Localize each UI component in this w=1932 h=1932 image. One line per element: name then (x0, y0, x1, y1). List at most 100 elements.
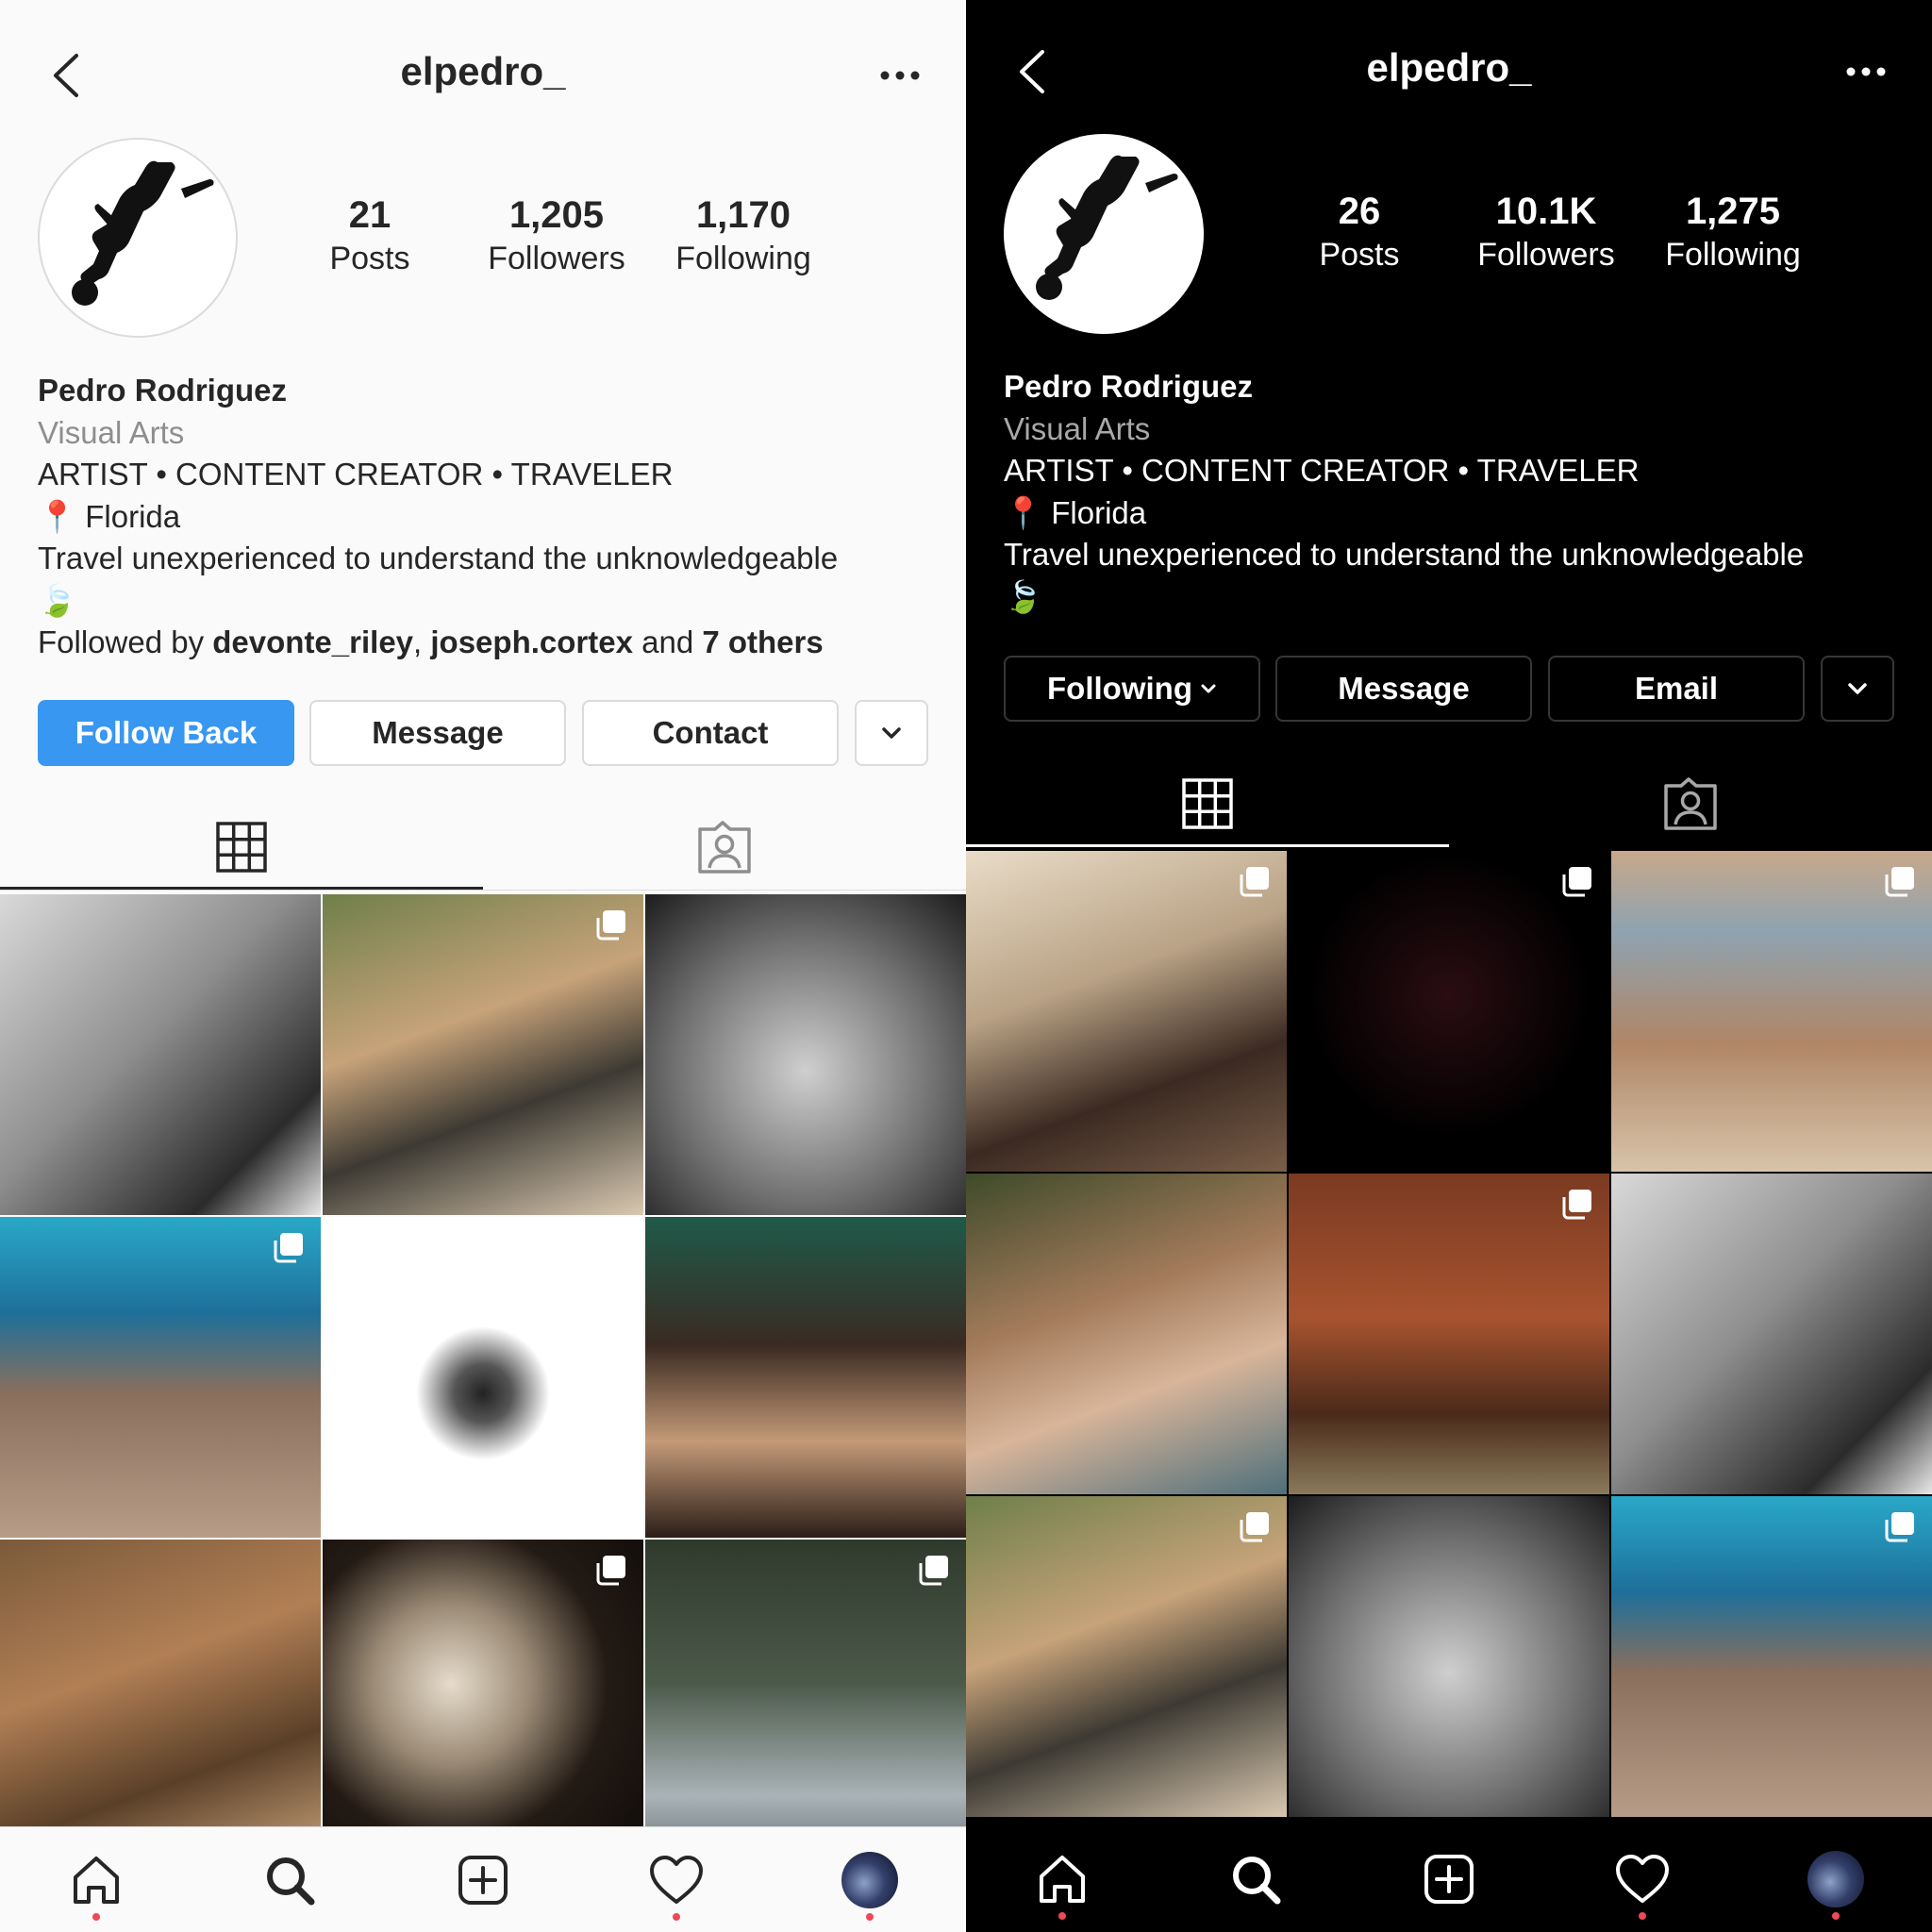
bio-quote: Travel unexperienced to understand the u… (38, 541, 839, 575)
profile-avatar[interactable] (1004, 134, 1204, 334)
dark-profile-screen: elpedro_ 26 Posts 10.1K Followers 1,275 … (966, 0, 1932, 1932)
suggested-dropdown-button[interactable] (855, 700, 928, 766)
home-icon (1040, 1856, 1086, 1903)
followed-by[interactable]: Followed by devonte_riley, joseph.cortex… (38, 622, 943, 664)
header-bar: elpedro_ (0, 28, 966, 123)
post-thumbnail[interactable] (645, 1540, 966, 1860)
following-label: Following (675, 241, 811, 276)
carousel-multiple-icon (1562, 1190, 1591, 1220)
suggested-dropdown-button[interactable] (1821, 656, 1894, 722)
post-thumbnail[interactable] (1611, 1496, 1932, 1817)
followers-value: 1,205 (508, 194, 605, 236)
followed-others[interactable]: 7 others (702, 625, 823, 659)
bio-location: 📍 Florida (1004, 494, 1147, 530)
email-button[interactable]: Email (1548, 656, 1805, 722)
light-profile-screen: elpedro_ 21 Posts 1,205 Followers 1,170 … (0, 0, 966, 1932)
post-thumbnail[interactable] (323, 1540, 643, 1860)
tab-tagged[interactable] (483, 804, 966, 891)
post-thumbnail[interactable] (966, 1496, 1287, 1817)
posts-count[interactable]: 26 Posts (1265, 189, 1454, 275)
nav-search[interactable] (247, 1838, 332, 1923)
tab-grid[interactable] (966, 760, 1449, 847)
post-thumbnail[interactable] (0, 894, 321, 1215)
profile-notification-dot (865, 1912, 874, 1921)
profile-bio: Pedro Rodriguez Visual Arts ARTIST • CON… (38, 370, 943, 664)
nav-new-post[interactable] (441, 1838, 525, 1923)
nav-activity[interactable] (1600, 1837, 1685, 1922)
post-thumbnail[interactable] (1611, 1174, 1932, 1494)
more-options-icon[interactable] (872, 47, 928, 104)
followers-label: Followers (488, 241, 625, 276)
header-bar: elpedro_ (966, 25, 1932, 119)
tab-grid[interactable] (0, 804, 483, 891)
following-button-label: Following (1047, 671, 1192, 706)
nav-profile[interactable] (827, 1838, 912, 1923)
tab-tagged[interactable] (1449, 760, 1932, 847)
chevron-down-icon (1201, 684, 1216, 693)
add-post-icon (1424, 1855, 1474, 1904)
profile-avatar[interactable] (38, 138, 238, 338)
search-icon (1233, 1857, 1281, 1905)
nav-search[interactable] (1213, 1837, 1298, 1922)
post-thumbnail[interactable] (323, 1217, 643, 1538)
leaf-emoji: 🍃 (38, 582, 77, 618)
bio-location: 📍 Florida (38, 498, 181, 534)
bio-tagline: ARTIST • CONTENT CREATOR • TRAVELER (38, 457, 674, 491)
carousel-multiple-icon (1885, 1512, 1914, 1542)
followed-sep: , (413, 625, 431, 659)
carousel-multiple-icon (596, 1556, 625, 1586)
followed-user-2[interactable]: joseph.cortex (430, 625, 633, 659)
profile-notification-dot (1831, 1912, 1840, 1920)
profile-category: Visual Arts (1004, 410, 1151, 446)
nav-profile[interactable] (1793, 1837, 1878, 1922)
nav-home[interactable] (54, 1838, 139, 1923)
following-count[interactable]: 1,275 Following (1639, 189, 1827, 275)
post-thumbnail[interactable] (1289, 1496, 1609, 1817)
carousel-multiple-icon (1240, 867, 1269, 897)
following-value: 1,275 (1685, 191, 1781, 232)
profile-actions: Follow Back Message Contact (38, 700, 928, 766)
post-thumbnail[interactable] (0, 1217, 321, 1538)
post-thumbnail[interactable] (0, 1540, 321, 1860)
post-thumbnail[interactable] (645, 894, 966, 1215)
profile-category: Visual Arts (38, 414, 185, 450)
profile-username: elpedro_ (400, 49, 566, 93)
followers-label: Followers (1477, 237, 1615, 273)
posts-label: Posts (1319, 237, 1400, 273)
followers-count[interactable]: 10.1K Followers (1452, 189, 1641, 275)
carousel-multiple-icon (1562, 867, 1591, 897)
followed-by-prefix: Followed by (38, 625, 213, 659)
post-thumbnail[interactable] (1289, 851, 1609, 1172)
home-icon (74, 1856, 120, 1904)
followers-count[interactable]: 1,205 Followers (462, 192, 651, 279)
more-options-icon[interactable] (1838, 43, 1894, 100)
post-thumbnail[interactable] (323, 894, 643, 1215)
leaf-emoji: 🍃 (1004, 578, 1043, 614)
chevron-down-icon (882, 727, 901, 739)
post-thumbnail[interactable] (1611, 851, 1932, 1172)
nav-activity[interactable] (634, 1838, 719, 1923)
post-thumbnail[interactable] (966, 851, 1287, 1172)
grid-icon (1182, 778, 1233, 829)
profile-thumbnail-avatar (841, 1851, 898, 1908)
carousel-multiple-icon (919, 1556, 948, 1586)
post-thumbnail[interactable] (645, 1217, 966, 1538)
nav-new-post[interactable] (1407, 1837, 1491, 1922)
contact-button[interactable]: Contact (582, 700, 839, 766)
following-button[interactable]: Following (1004, 656, 1260, 722)
heart-icon (649, 1855, 703, 1904)
posts-count[interactable]: 21 Posts (275, 192, 464, 279)
heart-icon (1615, 1855, 1669, 1903)
profile-tabs (0, 804, 966, 891)
posts-label: Posts (329, 241, 410, 276)
nav-home[interactable] (1020, 1837, 1105, 1922)
followed-user-1[interactable]: devonte_riley (212, 625, 413, 659)
post-thumbnail[interactable] (1289, 1174, 1609, 1494)
carousel-multiple-icon (1885, 867, 1914, 897)
follow-back-button[interactable]: Follow Back (38, 700, 294, 766)
following-count[interactable]: 1,170 Following (649, 192, 838, 279)
message-button[interactable]: Message (1275, 656, 1532, 722)
message-button[interactable]: Message (309, 700, 566, 766)
profile-tabs (966, 760, 1932, 847)
post-thumbnail[interactable] (966, 1174, 1287, 1494)
